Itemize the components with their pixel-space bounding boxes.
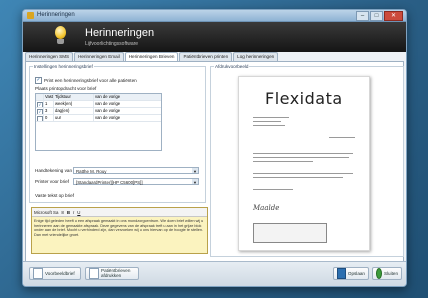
signature-row: Handtekening van Ratthe M. Rouy ▼ [35, 167, 199, 174]
print-all-option[interactable]: ✓ Print een herinneringsbrief voor alle … [35, 77, 137, 84]
preview-legend: Afdrukvoorbeeld [214, 64, 250, 69]
signature-label: Handtekening van [35, 168, 73, 173]
print-all-label: Print een herinneringsbrief voor alle pa… [44, 78, 137, 83]
reminder-table: Vastel Tijdstuur van de vorige ✓ 1 week(… [35, 93, 162, 151]
italic-button[interactable]: I [73, 210, 74, 215]
text-line [253, 161, 313, 162]
header-title: Herinneringen [85, 27, 155, 39]
minimize-button[interactable]: – [356, 11, 369, 21]
window-controls: – □ ✕ [356, 11, 403, 21]
tab-sms[interactable]: Herinneringen SMS [25, 52, 74, 61]
column-header: Tijdstuur [54, 94, 94, 100]
letter-preview: Flexidata Maalde [238, 76, 370, 251]
column-header [36, 94, 44, 100]
lightbulb-icon [54, 26, 67, 48]
tab-email[interactable]: Herinneringen Email [74, 52, 124, 61]
fixed-text-label: Vaste tekst op brief [35, 193, 74, 198]
document-icon [33, 268, 43, 279]
app-header: Herinneringen Lijfvoorlichtingssoftware [23, 22, 406, 52]
chevron-down-icon[interactable]: ▼ [192, 168, 198, 174]
printer-row: Printer voor brief [StandaardPrinter][HP… [35, 178, 199, 185]
settings-group: Instellingen herinneringsbrief ✓ Print e… [29, 64, 206, 203]
row-unit[interactable]: week(en) [54, 101, 94, 107]
title-bar: Herinneringen – □ ✕ [23, 10, 406, 22]
tab-patientbrieven[interactable]: Patiëntbrieven printen [179, 52, 233, 61]
text-line [253, 117, 289, 118]
row-unit[interactable]: dag(en) [54, 108, 94, 114]
settings-legend: Instellingen herinneringsbrief [33, 64, 94, 69]
signature-image: Maalde [253, 204, 280, 212]
bold-button[interactable]: B [67, 210, 70, 215]
text-line [253, 121, 281, 122]
column-header: Vastel [45, 94, 54, 100]
save-button[interactable]: Opslaan [333, 267, 369, 280]
row-checkbox[interactable]: ✓ [37, 108, 43, 114]
row-reference[interactable]: van de vorige [94, 108, 159, 114]
header-subtitle: Lijfvoorlichtingssoftware [85, 41, 139, 47]
text-line [253, 153, 353, 154]
print-patient-letters-button[interactable]: Patiëntbrieven afdrukken [85, 267, 139, 280]
tab-bar: Herinneringen SMS Herinneringen Email He… [25, 52, 404, 62]
editor-text[interactable]: Enige tijd geleden heeft u een afspraak … [32, 217, 207, 239]
column-header: van de vorige [95, 94, 121, 99]
flexidata-logo: Flexidata [265, 89, 343, 108]
row-checkbox[interactable]: ✓ [37, 101, 43, 107]
printer-label: Printer voor brief [35, 179, 69, 184]
row-number[interactable]: 3 [44, 108, 54, 114]
close-icon [376, 268, 382, 279]
save-icon [337, 268, 346, 279]
signature-select[interactable]: Ratthe M. Rouy ▼ [73, 167, 199, 174]
footer-bar: Voorbeeldbrief Patiëntbrieven afdrukken O… [23, 261, 406, 286]
appointment-box [253, 223, 327, 243]
print-all-checkbox[interactable]: ✓ [35, 77, 42, 84]
row-unit[interactable]: uur [54, 115, 94, 121]
table-header: Vastel Tijdstuur van de vorige [36, 94, 161, 101]
font-size-select[interactable]: 8 [61, 210, 63, 215]
preview-letter-button[interactable]: Voorbeeldbrief [29, 267, 81, 280]
app-icon [27, 12, 34, 19]
editor-toolbar: Microsoft Sa 8 B I U [32, 208, 207, 217]
text-line [253, 173, 353, 174]
row-number[interactable]: 0 [44, 115, 54, 121]
tab-log[interactable]: Log herinneringen [233, 52, 279, 61]
window-title: Herinneringen [37, 12, 75, 18]
letter-text-editor[interactable]: Microsoft Sa 8 B I U Enige tijd geleden … [31, 207, 208, 254]
text-line [253, 125, 285, 126]
row-checkbox[interactable] [37, 115, 43, 121]
document-icon [89, 268, 99, 279]
table-empty-area [36, 122, 161, 150]
table-row[interactable]: ✓ 3 dag(en) van de vorige [36, 108, 161, 115]
close-button[interactable]: Sluiten [372, 267, 402, 280]
close-window-button[interactable]: ✕ [384, 11, 403, 21]
table-row[interactable]: ✓ 1 week(en) van de vorige [36, 101, 161, 108]
printer-select[interactable]: [StandaardPrinter][HP C5600[PS]] ▼ [73, 178, 199, 185]
app-window: Herinneringen – □ ✕ Herinneringen Lijfvo… [22, 9, 407, 287]
text-line [253, 177, 343, 178]
underline-button[interactable]: U [77, 210, 80, 215]
font-select[interactable]: Microsoft Sa [34, 210, 58, 215]
row-number[interactable]: 1 [44, 101, 54, 107]
table-row[interactable]: 0 uur van de vorige [36, 115, 161, 122]
tab-content: Instellingen herinneringsbrief ✓ Print e… [25, 61, 404, 262]
text-line [253, 189, 293, 190]
row-reference[interactable]: van de vorige [94, 115, 159, 121]
text-line [253, 157, 349, 158]
row-reference[interactable]: van de vorige [94, 101, 159, 107]
text-line [329, 137, 355, 138]
chevron-down-icon[interactable]: ▼ [192, 179, 198, 185]
maximize-button[interactable]: □ [370, 11, 383, 21]
priority-label: Plaats printopdracht voor brief [35, 86, 97, 91]
